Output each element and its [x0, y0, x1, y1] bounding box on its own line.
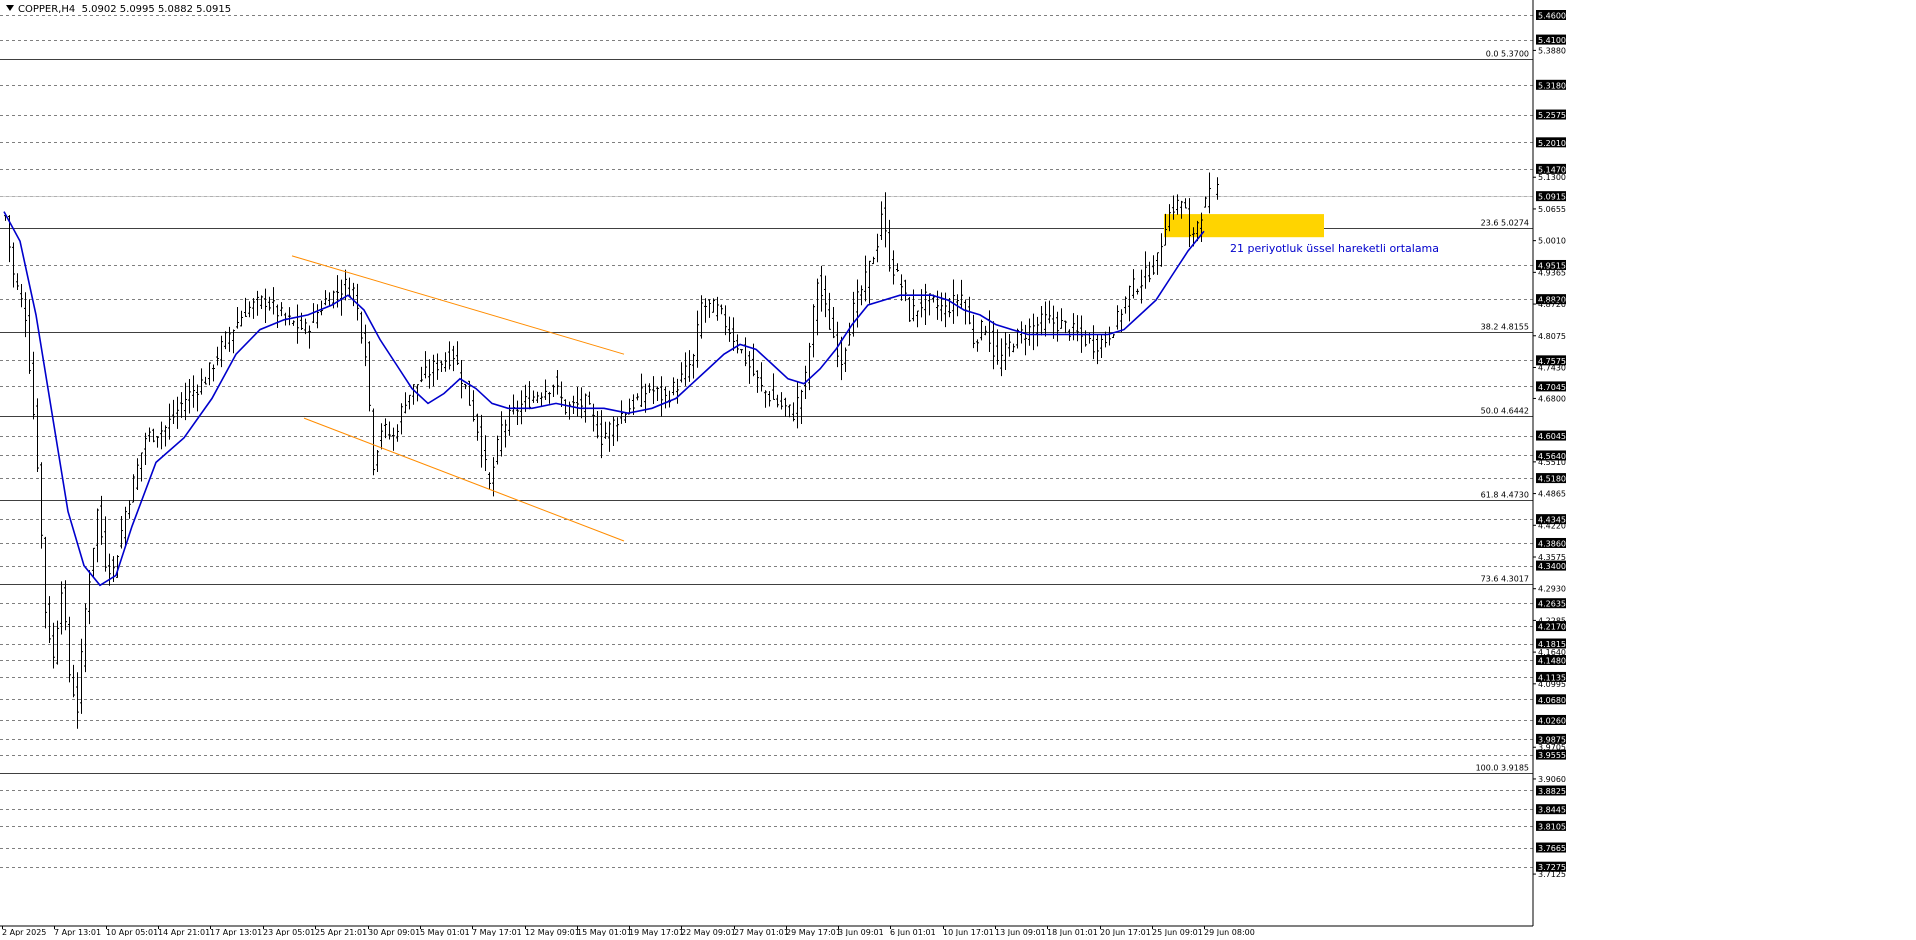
y-tick-label: 5.3880: [1538, 46, 1566, 55]
y-tick-label: 4.5510: [1538, 458, 1566, 467]
price-level-label: 4.3860: [1538, 539, 1566, 548]
plot-background: [0, 0, 1916, 936]
y-tick-label: 4.4220: [1538, 521, 1566, 530]
price-level-label: 5.4600: [1538, 12, 1566, 21]
price-level-label: 4.6045: [1538, 432, 1566, 441]
price-level-label: 5.0915: [1538, 193, 1566, 202]
y-tick-label: 5.0655: [1538, 205, 1566, 214]
price-level-label: 5.4100: [1538, 36, 1566, 45]
x-tick-label: 14 Apr 21:01: [158, 928, 210, 936]
x-tick-label: 20 Jun 17:01: [1100, 928, 1151, 936]
price-level-label: 4.0260: [1538, 716, 1566, 725]
x-tick-label: 7 May 17:01: [472, 928, 522, 936]
ohlc-values: 5.0902 5.0995 5.0882 5.0915: [81, 4, 232, 15]
x-tick-label: 22 May 09:01: [681, 928, 736, 936]
price-level-label: 4.3400: [1538, 562, 1566, 571]
x-tick-label: 10 Apr 05:01: [106, 928, 158, 936]
fib-label: 61.8 4.4730: [1481, 491, 1529, 500]
fib-label: 23.6 5.0274: [1481, 219, 1529, 228]
chart-root: 0.0 5.3700 23.6 5.0274 38.2 4.8155 50.0 4.6…: [0, 0, 1916, 937]
price-level-label: 3.8825: [1538, 787, 1566, 796]
x-tick-label: 17 Apr 13:01: [210, 928, 262, 936]
price-level-label: 3.8105: [1538, 822, 1566, 831]
price-level-label: 5.2575: [1538, 111, 1566, 120]
x-tick-label: 6 Jun 01:01: [890, 928, 936, 936]
fib-label: 73.6 4.3017: [1481, 575, 1529, 584]
x-tick-label: 13 Jun 09:01: [995, 928, 1046, 936]
price-level-label: 4.2635: [1538, 600, 1566, 609]
y-tick-label: 3.7125: [1538, 870, 1566, 879]
y-tick-label: 4.6800: [1538, 394, 1566, 403]
y-tick-label: 4.7430: [1538, 363, 1566, 372]
x-tick-label: 5 May 01:01: [420, 928, 470, 936]
x-tick-label: 27 May 01:01: [734, 928, 789, 936]
y-tick-label: 4.2930: [1538, 585, 1566, 594]
ema-annotation: 21 periyotluk üssel hareketli ortalama: [1230, 242, 1439, 255]
symbol-timeframe: COPPER,H4: [18, 4, 76, 15]
y-tick-label: 4.8720: [1538, 300, 1566, 309]
x-tick-label: 25 Apr 21:01: [315, 928, 367, 936]
x-tick-label: 29 Jun 08:00: [1204, 928, 1255, 936]
support-zone: [1164, 214, 1324, 238]
y-tick-label: 5.1300: [1538, 173, 1566, 182]
price-level-label: 5.3180: [1538, 81, 1566, 90]
price-chart: 0.0 5.3700 23.6 5.0274 38.2 4.8155 50.0 4.6…: [0, 0, 1916, 937]
price-level-label: 4.5180: [1538, 475, 1566, 484]
y-tick-label: 4.8075: [1538, 332, 1566, 341]
x-tick-label: 30 Apr 09:01: [368, 928, 420, 936]
x-tick-label: 10 Jun 17:01: [943, 928, 994, 936]
x-tick-label: 12 May 09:01: [525, 928, 580, 936]
price-level-label: 4.7045: [1538, 383, 1566, 392]
x-tick-label: 7 Apr 13:01: [54, 928, 101, 936]
y-tick-label: 4.0995: [1538, 680, 1566, 689]
x-tick-label: 2 Apr 2025: [2, 928, 46, 936]
price-level-label: 3.7665: [1538, 844, 1566, 853]
price-level-label: 3.9555: [1538, 751, 1566, 760]
y-tick-label: 4.9365: [1538, 268, 1566, 277]
zone-layer: [1164, 214, 1324, 238]
x-tick-label: 23 Apr 05:01: [263, 928, 315, 936]
y-tick-label: 4.4865: [1538, 490, 1566, 499]
x-tick-label: 29 May 17:01: [786, 928, 841, 936]
x-tick-label: 18 Jun 01:01: [1047, 928, 1098, 936]
x-tick-label: 19 May 17:01: [629, 928, 684, 936]
fib-label: 38.2 4.8155: [1481, 323, 1529, 332]
collapse-triangle-icon[interactable]: [6, 5, 14, 11]
chart-header: COPPER,H4 5.0902 5.0995 5.0882 5.0915: [6, 4, 231, 15]
price-level-label: 4.2170: [1538, 623, 1566, 632]
fib-label: 50.0 4.6442: [1481, 407, 1529, 416]
price-level-label: 3.8445: [1538, 806, 1566, 815]
fib-label: 0.0 5.3700: [1486, 50, 1529, 59]
x-tick-label: 25 Jun 09:01: [1152, 928, 1203, 936]
x-tick-label: 15 May 01:01: [577, 928, 632, 936]
price-level-label: 5.2010: [1538, 139, 1566, 148]
fib-label: 100.0 3.9185: [1476, 764, 1529, 773]
y-tick-label: 3.9060: [1538, 775, 1566, 784]
price-level-label: 4.1480: [1538, 656, 1566, 665]
y-tick-label: 5.0010: [1538, 237, 1566, 246]
x-tick-label: 3 Jun 09:01: [838, 928, 884, 936]
price-level-label: 4.0680: [1538, 696, 1566, 705]
